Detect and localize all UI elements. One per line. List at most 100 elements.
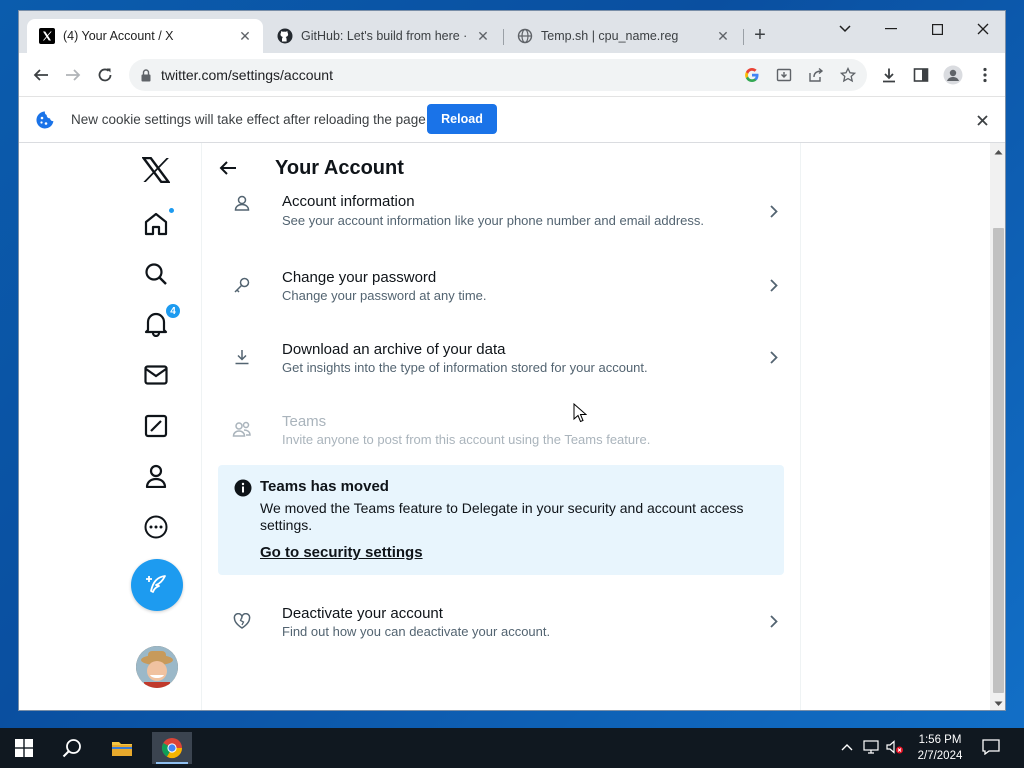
row-title: Change your password [282,269,437,286]
tab-title: Temp.sh | cpu_name.reg [541,29,679,43]
scroll-down-arrow-icon[interactable] [994,699,1003,708]
tray-chevron-up-icon[interactable] [838,738,856,756]
volume-muted-icon[interactable] [886,738,904,756]
home-icon[interactable] [141,207,175,239]
grok-icon[interactable] [141,411,171,441]
tab-your-account[interactable]: (4) Your Account / X ✕ [27,19,263,53]
tab-close-icon[interactable]: ✕ [237,28,253,45]
bookmark-star-icon[interactable] [839,66,857,84]
chevron-right-icon [766,613,782,629]
messages-mail-icon[interactable] [141,360,171,390]
settings-row-change-password[interactable]: Change your password Change your passwor… [202,249,800,321]
side-panel-icon[interactable] [909,63,933,87]
scroll-up-arrow-icon[interactable] [994,147,1003,156]
clock-time: 1:56 PM [918,734,962,746]
settings-row-download-archive[interactable]: Download an archive of your data Get ins… [202,321,800,393]
github-favicon-icon [277,28,293,44]
tab-title: (4) Your Account / X [63,29,174,43]
people-icon [232,419,252,439]
main-column-divider [800,143,801,710]
windows-start-icon[interactable] [4,732,44,764]
row-description: Get insights into the type of informatio… [282,360,648,375]
menu-kebab-icon[interactable] [973,63,997,87]
taskbar-clock[interactable]: 1:56 PM 2/7/2024 [910,732,970,764]
page-scrollbar[interactable] [990,143,1005,710]
home-unread-dot [168,207,175,214]
active-indicator [156,762,188,764]
cookie-infobar: New cookie settings will take effect aft… [19,97,1005,143]
x-sidebar: 4 [19,143,202,710]
info-icon [234,479,252,497]
x-favicon-icon [39,28,55,44]
row-title: Teams [282,413,327,430]
tab-separator [743,29,744,45]
tab-strip: (4) Your Account / X ✕ GitHub: Let's bui… [19,11,1005,53]
maximize-icon[interactable] [914,15,960,43]
lock-icon[interactable] [141,68,151,82]
profile-avatar-icon[interactable] [941,63,965,87]
browser-toolbar: twitter.com/settings/account [19,53,1005,97]
search-icon[interactable] [141,259,171,289]
infobar-close-icon[interactable] [973,111,991,129]
tab-close-icon[interactable]: ✕ [475,28,491,45]
profile-person-icon[interactable] [141,461,171,491]
google-icon[interactable] [743,66,761,84]
notification-center-icon[interactable] [982,738,1000,756]
row-description: Find out how you can deactivate your acc… [282,624,551,639]
tab-title: GitHub: Let's build from here · GitHub [301,29,469,43]
tab-search-chevron-icon[interactable] [822,15,868,43]
install-app-icon[interactable] [775,66,793,84]
tab-temp-sh[interactable]: Temp.sh | cpu_name.reg ✕ [505,19,741,53]
chevron-right-icon [766,349,782,365]
globe-favicon-icon [517,28,533,44]
windows-taskbar: 1:56 PM 2/7/2024 [0,728,1024,768]
url-text: twitter.com/settings/account [161,67,333,83]
more-circle-icon[interactable] [141,512,171,542]
key-icon [232,275,252,295]
settings-row-teams: Teams Invite anyone to post from this ac… [202,393,800,465]
go-to-security-settings-link[interactable]: Go to security settings [260,544,423,561]
reload-button[interactable]: Reload [427,104,497,134]
cookie-icon [35,110,55,130]
forward-arrow-icon[interactable] [61,63,85,87]
cookie-message: New cookie settings will take effect aft… [71,112,426,127]
teams-moved-notice: Teams has moved We moved the Teams featu… [218,465,784,575]
tab-separator [503,29,504,45]
close-window-icon[interactable] [960,15,1005,43]
mouse-cursor-icon [573,402,588,423]
scrollbar-thumb[interactable] [993,228,1004,693]
account-avatar[interactable] [136,646,178,688]
notifications-bell-icon[interactable]: 4 [141,303,181,339]
row-title: Deactivate your account [282,605,443,622]
row-description: Change your password at any time. [282,288,487,303]
tab-close-icon[interactable]: ✕ [715,28,731,45]
settings-row-deactivate[interactable]: Deactivate your account Find out how you… [202,585,800,657]
share-icon[interactable] [807,66,825,84]
row-description: Invite anyone to post from this account … [282,432,651,447]
downloads-icon[interactable] [877,63,901,87]
browser-window: (4) Your Account / X ✕ GitHub: Let's bui… [18,10,1006,711]
feather-plus-icon [146,575,166,593]
notice-title: Teams has moved [260,478,389,495]
minimize-icon[interactable] [868,15,914,43]
chevron-right-icon [766,277,782,293]
clock-date: 2/7/2024 [917,750,963,762]
person-icon [232,193,252,213]
row-description: See your account information like your p… [282,213,705,228]
row-title: Account information [282,193,415,210]
back-arrow-icon[interactable] [29,63,53,87]
tab-github[interactable]: GitHub: Let's build from here · GitHub ✕ [265,19,501,53]
notice-body: We moved the Teams feature to Delegate i… [260,500,744,533]
broken-heart-icon [232,611,252,631]
file-explorer-icon[interactable] [102,732,142,764]
taskbar-search-icon[interactable] [52,732,92,764]
reload-icon[interactable] [93,63,117,87]
new-tab-plus-icon[interactable]: + [749,24,771,46]
network-icon[interactable] [862,738,880,756]
header-mask [202,185,800,195]
chevron-right-icon [766,203,782,219]
chrome-taskbar-icon[interactable] [152,732,192,764]
address-bar[interactable]: twitter.com/settings/account [129,59,867,91]
x-logo-icon[interactable] [141,155,171,185]
compose-post-button[interactable] [131,559,183,611]
